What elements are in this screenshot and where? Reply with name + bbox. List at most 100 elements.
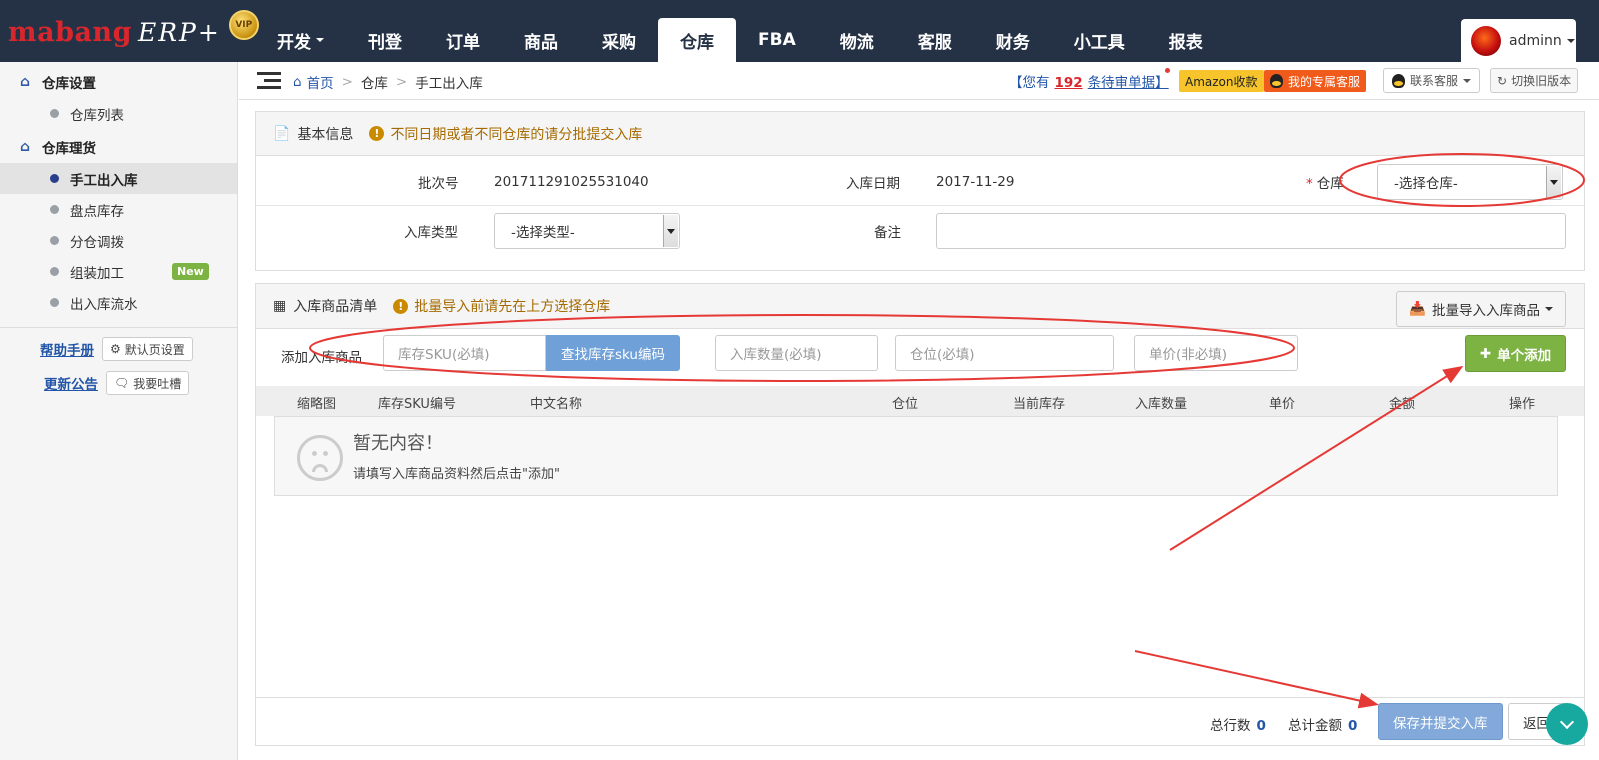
warning-text: 不同日期或者不同仓库的请分批提交入库 (390, 126, 643, 143)
sad-face-icon (297, 435, 343, 481)
price-input[interactable]: 单价(非必填) (1134, 335, 1298, 371)
sidebar-group-warehouse-ops: ⌂ 仓库理货 (0, 131, 237, 163)
col-actions: 操作 (1509, 397, 1536, 412)
sku-input[interactable]: 库存SKU(必填) (383, 335, 546, 371)
breadcrumb-home[interactable]: 首页 (307, 72, 334, 92)
date-label: 入库日期 (846, 175, 900, 192)
button-label: 联系客服 (1410, 74, 1459, 88)
scroll-down-button[interactable] (1546, 703, 1588, 745)
import-warning: ! 批量导入前请先在上方选择仓库 (393, 296, 610, 316)
sidebar-item-label: 分仓调拨 (70, 234, 124, 251)
dedicated-service-button[interactable]: 我的专属客服 (1264, 70, 1367, 92)
new-badge: New (172, 263, 209, 280)
avatar (1471, 25, 1501, 56)
pending-count[interactable]: 192 (1055, 75, 1083, 91)
select-value: -选择类型- (511, 225, 575, 241)
nav-item-warehouse[interactable]: 仓库 (658, 18, 736, 62)
pending-orders-notice[interactable]: 【您有 192 条待审单据】 (1009, 71, 1169, 91)
sidebar-item-label: 组装加工 (70, 265, 124, 282)
nav-item-logistics[interactable]: 物流 (818, 18, 896, 62)
location-input[interactable]: 仓位(必填) (895, 335, 1114, 371)
sidebar-item-transfer[interactable]: 分仓调拨 (0, 225, 237, 256)
add-goods-label: 添加入库商品 (281, 350, 362, 366)
nav-item-fba[interactable]: FBA (736, 18, 818, 62)
default-page-button[interactable]: ⚙ 默认页设置 (102, 337, 193, 361)
col-quantity: 入库数量 (1135, 397, 1188, 412)
nav-label: FBA (758, 30, 796, 50)
button-label: 单个添加 (1497, 347, 1552, 364)
remark-input[interactable] (936, 213, 1566, 249)
chevron-right-icon: > (341, 74, 353, 90)
remark-label: 备注 (874, 225, 901, 241)
refresh-icon: ↻ (1497, 73, 1508, 88)
menu-toggle-icon[interactable] (257, 72, 281, 90)
sidebar-item-label: 仓库列表 (70, 107, 124, 124)
qq-icon (1270, 74, 1283, 88)
warehouse-select[interactable]: -选择仓库- (1377, 164, 1563, 200)
table-icon: ▦ (273, 298, 287, 314)
nav-item-dev[interactable]: 开发 (255, 18, 346, 62)
goods-footer: 总行数 0 总计金额 0 保存并提交入库 返回 (256, 697, 1584, 745)
nav-item-purchase[interactable]: 采购 (580, 18, 658, 62)
col-cn-name: 中文名称 (530, 397, 583, 412)
add-single-button[interactable]: ✚ 单个添加 (1465, 335, 1566, 372)
logo[interactable]: mabang ERP+ VIP (8, 10, 259, 52)
feedback-button[interactable]: 🗨 我要吐槽 (106, 371, 190, 395)
sidebar-item-inout-log[interactable]: 出入库流水 (0, 287, 237, 318)
empty-title: 暂无内容！ (353, 433, 443, 454)
basic-row-1: 批次号 201711291025531040 入库日期 2017-11-29 *… (256, 158, 1584, 206)
sidebar-item-assembly[interactable]: 组装加工 New (0, 256, 237, 287)
save-submit-button[interactable]: 保存并提交入库 (1378, 703, 1503, 740)
nav-label: 客服 (917, 32, 952, 53)
batch-import-button[interactable]: 📥 批量导入入库商品 (1396, 291, 1566, 327)
sidebar-item-manual-inout[interactable]: 手工出入库 (0, 163, 237, 194)
sidebar-item-warehouse-list[interactable]: 仓库列表 (0, 98, 237, 129)
goods-table-header: 缩略图 库存SKU编号 中文名称 仓位 当前库存 入库数量 单价 金额 操作 (256, 386, 1584, 416)
caret-down-icon (1545, 307, 1553, 311)
nav-item-orders[interactable]: 订单 (424, 18, 502, 62)
chat-icon: 🗨 (114, 376, 130, 390)
switch-old-version-button[interactable]: ↻ 切换旧版本 (1490, 68, 1579, 93)
basic-info-panel: 📄 基本信息 ! 不同日期或者不同仓库的请分批提交入库 批次号 201711291… (255, 111, 1585, 271)
warehouse-label: * 仓库 (1306, 172, 1344, 192)
nav-item-products[interactable]: 商品 (502, 18, 580, 62)
nav-label: 订单 (446, 32, 480, 53)
col-location: 仓位 (892, 397, 919, 412)
total-rows-label: 总行数 (1210, 718, 1251, 734)
caret-down-icon (316, 38, 324, 42)
sidebar-item-label: 手工出入库 (70, 172, 138, 189)
find-sku-button[interactable]: 查找库存sku编码 (546, 335, 680, 371)
update-notice-link[interactable]: 更新公告 (44, 373, 98, 393)
batch-value: 201711291025531040 (494, 173, 649, 190)
sidebar-item-stocktake[interactable]: 盘点库存 (0, 194, 237, 225)
date-warning: ! 不同日期或者不同仓库的请分批提交入库 (369, 124, 642, 144)
nav-label: 小工具 (1073, 32, 1125, 53)
col-sku: 库存SKU编号 (378, 397, 456, 412)
nav-item-finance[interactable]: 财务 (974, 18, 1052, 62)
nav-label: 报表 (1168, 32, 1203, 53)
quantity-input[interactable]: 入库数量(必填) (715, 335, 878, 371)
dropdown-arrow-icon (1546, 166, 1561, 198)
amazon-payment-button[interactable]: Amazon收款 (1179, 70, 1264, 92)
nav-label: 仓库 (680, 32, 714, 53)
nav-item-reports[interactable]: 报表 (1147, 18, 1225, 62)
date-value: 2017-11-29 (936, 173, 1015, 190)
goods-list-panel: ▦ 入库商品清单 ! 批量导入前请先在上方选择仓库 📥 批量导入入库商品 添加入库商… (255, 283, 1585, 746)
panel-title: 基本信息 (297, 126, 354, 143)
required-mark: * (1306, 175, 1313, 192)
total-amount: 总计金额 0 (1288, 714, 1357, 734)
button-label: 切换旧版本 (1511, 74, 1572, 88)
house-icon: ⌂ (20, 74, 31, 90)
chevron-right-icon: > (395, 74, 408, 90)
breadcrumb-level1[interactable]: 仓库 (361, 72, 388, 92)
nav-item-listing[interactable]: 刊登 (346, 18, 424, 62)
nav-item-customer-service[interactable]: 客服 (896, 18, 974, 62)
contact-service-button[interactable]: 联系客服 (1383, 68, 1481, 93)
user-menu[interactable]: adminn (1461, 19, 1576, 62)
total-rows: 总行数 0 (1210, 714, 1266, 734)
warning-icon: ! (369, 126, 385, 141)
breadcrumb-current: 手工出入库 (415, 76, 483, 92)
help-manual-link[interactable]: 帮助手册 (40, 339, 94, 359)
type-select[interactable]: -选择类型- (494, 213, 680, 249)
nav-item-tools[interactable]: 小工具 (1052, 18, 1147, 62)
